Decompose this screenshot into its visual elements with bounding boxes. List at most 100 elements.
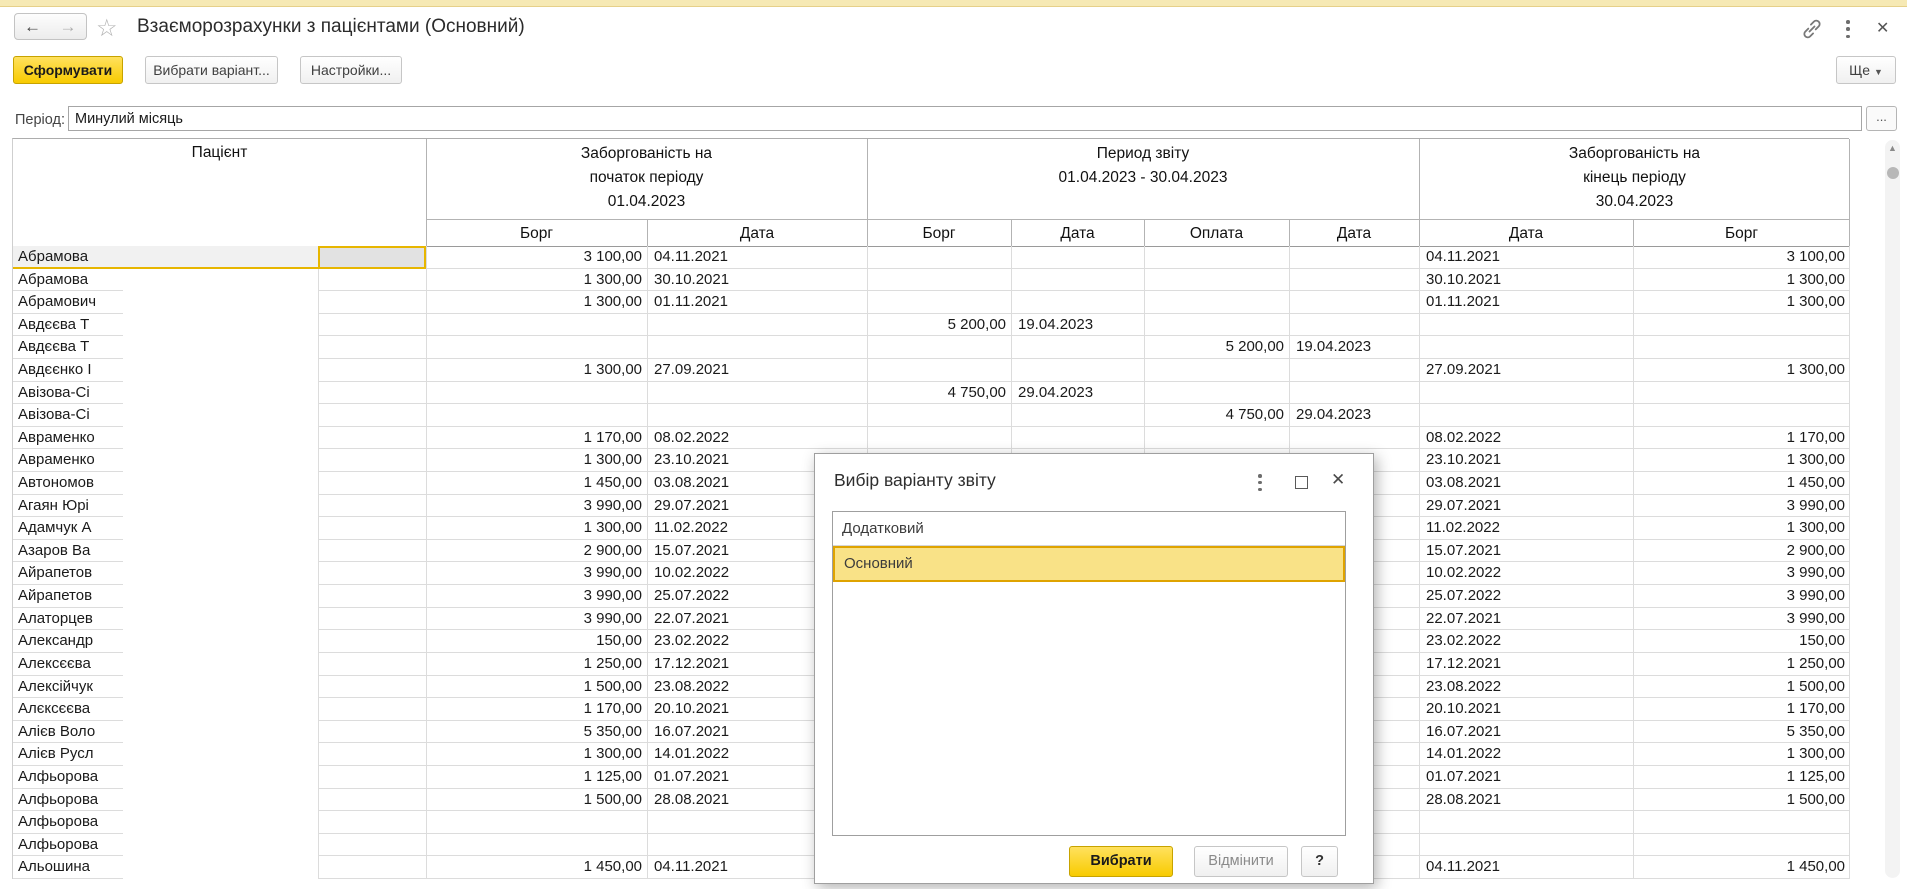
patient-name-cell: Алфьорова (13, 811, 123, 834)
data-cell: 1 170,00 (426, 427, 647, 450)
patient-extra-cell (318, 562, 426, 585)
data-cell: 1 125,00 (426, 766, 647, 789)
patient-gap-cell (123, 269, 318, 292)
data-cell (1144, 314, 1289, 337)
close-icon[interactable]: ✕ (1876, 18, 1889, 38)
table-row[interactable]: Авдєєнко І1 300,0027.09.202127.09.20211 … (13, 359, 1850, 382)
dialog-maximize-icon[interactable] (1295, 476, 1308, 489)
data-cell (426, 336, 647, 359)
data-cell: 1 300,00 (426, 269, 647, 292)
data-cell: 15.07.2021 (1419, 540, 1633, 563)
data-cell: 1 300,00 (426, 359, 647, 382)
data-cell (1633, 811, 1850, 834)
patient-gap-cell (123, 404, 318, 427)
patient-gap-cell (123, 427, 318, 450)
data-cell: 1 300,00 (1633, 517, 1850, 540)
data-cell: 1 170,00 (426, 698, 647, 721)
sub-header-6: Дата (1419, 222, 1633, 246)
data-cell (1633, 314, 1850, 337)
link-icon[interactable] (1800, 17, 1824, 41)
sub-header-7: Борг (1633, 222, 1850, 246)
dialog-select-button[interactable]: Вибрати (1069, 846, 1173, 877)
variant-item-1[interactable]: Основний (833, 546, 1345, 582)
data-cell (1144, 382, 1289, 405)
data-cell: 27.09.2021 (647, 359, 867, 382)
patient-extra-cell (318, 540, 426, 563)
table-row[interactable]: Авдєєва Т5 200,0019.04.2023 (13, 336, 1850, 359)
variant-dialog: Вибір варіанту звіту ✕ ДодатковийОсновни… (814, 453, 1374, 884)
patient-gap-cell (123, 698, 318, 721)
data-cell (1011, 359, 1144, 382)
patient-name-cell: Автономов (13, 472, 123, 495)
data-cell: 4 750,00 (1144, 404, 1289, 427)
period-ellipsis-button[interactable]: ... (1866, 106, 1897, 131)
patient-extra-cell (318, 743, 426, 766)
data-cell (1633, 382, 1850, 405)
data-cell: 04.11.2021 (1419, 246, 1633, 269)
data-cell: 150,00 (426, 630, 647, 653)
vertical-scrollbar[interactable]: ▲ (1885, 140, 1900, 878)
scrollbar-thumb[interactable] (1887, 167, 1899, 179)
choose-variant-button[interactable]: Вибрати варіант... (145, 56, 278, 84)
variant-item-0[interactable]: Додатковий (833, 512, 1345, 546)
table-row[interactable]: Абрамова1 300,0030.10.202130.10.20211 30… (13, 269, 1850, 292)
more-menu-kebab-icon[interactable] (1845, 20, 1851, 38)
patient-name-cell: Алфьорова (13, 789, 123, 812)
settings-button[interactable]: Настройки... (300, 56, 402, 84)
patient-name-cell: Авізова-Сі (13, 404, 123, 427)
patient-extra-cell (318, 269, 426, 292)
more-button[interactable]: Ще ▼ (1836, 56, 1896, 84)
back-button[interactable]: ← (14, 13, 51, 40)
data-cell: 28.08.2021 (1419, 789, 1633, 812)
data-cell: 3 990,00 (1633, 585, 1850, 608)
dialog-kebab-icon[interactable] (1257, 474, 1263, 491)
favorite-star-icon[interactable]: ☆ (96, 14, 118, 43)
data-cell: 1 300,00 (426, 517, 647, 540)
patient-name-cell: Азаров Ва (13, 540, 123, 563)
sub-header-4: Оплата (1144, 222, 1289, 246)
data-cell: 1 450,00 (426, 472, 647, 495)
patient-gap-cell (123, 653, 318, 676)
data-cell: 1 300,00 (1633, 269, 1850, 292)
data-cell: 3 100,00 (1633, 246, 1850, 269)
sub-header-1: Дата (647, 222, 867, 246)
selected-cell[interactable] (318, 246, 426, 269)
period-input[interactable] (68, 106, 1862, 131)
patient-name-cell: Александр (13, 630, 123, 653)
data-cell (647, 336, 867, 359)
table-row[interactable]: Авізова-Сі4 750,0029.04.2023 (13, 382, 1850, 405)
data-cell: 19.04.2023 (1011, 314, 1144, 337)
dialog-help-button[interactable]: ? (1301, 846, 1338, 877)
data-cell (1144, 246, 1289, 269)
data-cell (1633, 336, 1850, 359)
data-cell: 23.10.2021 (1419, 449, 1633, 472)
dialog-cancel-button[interactable]: Відмінити (1194, 846, 1288, 877)
table-row[interactable]: Авдєєва Т5 200,0019.04.2023 (13, 314, 1850, 337)
dialog-close-icon[interactable]: ✕ (1331, 470, 1345, 490)
data-cell (1289, 427, 1419, 450)
data-cell (1289, 269, 1419, 292)
data-cell: 01.11.2021 (1419, 291, 1633, 314)
patient-extra-cell (318, 449, 426, 472)
scroll-up-icon[interactable]: ▲ (1885, 143, 1900, 153)
data-cell: 16.07.2021 (1419, 721, 1633, 744)
table-row[interactable]: Авізова-Сі4 750,0029.04.2023 (13, 404, 1850, 427)
data-cell (1144, 427, 1289, 450)
data-cell: 3 100,00 (426, 246, 647, 269)
table-row[interactable]: Авраменко1 170,0008.02.202208.02.20221 1… (13, 427, 1850, 450)
forward-button[interactable]: → (50, 13, 87, 40)
patient-gap-cell (123, 291, 318, 314)
data-cell: 5 350,00 (426, 721, 647, 744)
generate-button[interactable]: Сформувати (13, 56, 123, 84)
table-row[interactable]: Абрамова3 100,0004.11.202104.11.20213 10… (13, 246, 1850, 269)
data-cell (1144, 359, 1289, 382)
data-cell: 29.07.2021 (1419, 495, 1633, 518)
data-cell: 22.07.2021 (1419, 608, 1633, 631)
patient-name-cell: Алексійчук (13, 676, 123, 699)
patient-extra-cell (318, 698, 426, 721)
data-cell: 03.08.2021 (1419, 472, 1633, 495)
data-cell (867, 269, 1011, 292)
data-cell: 19.04.2023 (1289, 336, 1419, 359)
table-row[interactable]: Абрамович1 300,0001.11.202101.11.20211 3… (13, 291, 1850, 314)
patient-gap-cell (123, 472, 318, 495)
